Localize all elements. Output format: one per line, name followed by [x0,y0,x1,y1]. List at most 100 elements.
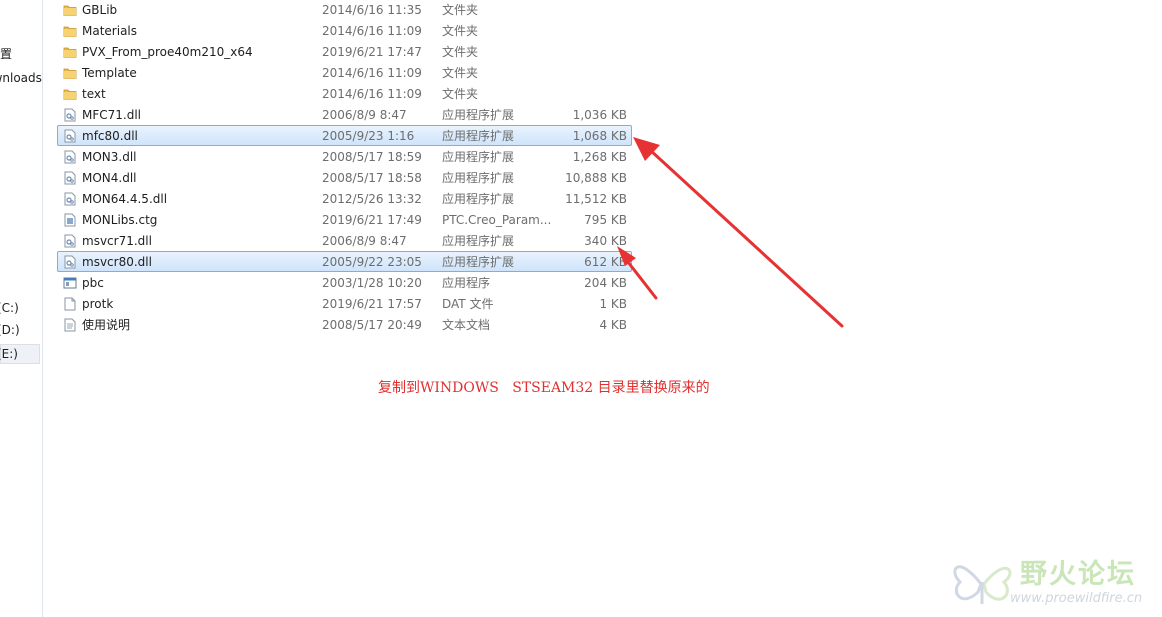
file-date: 2006/8/9 8:47 [322,108,407,122]
file-date: 2019/6/21 17:49 [322,213,422,227]
file-row[interactable]: msvcr80.dll 2005/9/22 23:05 应用程序扩展 612 KB [57,251,632,272]
file-row[interactable]: mfc80.dll 2005/9/23 1:16 应用程序扩展 1,068 KB [57,125,632,146]
annotation-text: 复制到WINDOWS STSEAM32 目录里替换原来的 [378,380,710,396]
file-row[interactable]: MONLibs.ctg 2019/6/21 17:49 PTC.Creo_Param… [57,209,632,230]
folder-icon [63,45,77,59]
file-row[interactable]: text 2014/6/16 11:09 文件夹 [57,83,632,104]
file-size: 4 KB [599,318,627,332]
file-type: 应用程序扩展 [442,234,515,248]
file-date: 2006/8/9 8:47 [322,234,407,248]
file-size: 1,268 KB [572,150,627,164]
file-type: 应用程序扩展 [442,129,515,143]
file-row[interactable]: PVX_From_proe40m210_x64 2019/6/21 17:47 文件… [57,41,632,62]
file-date: 2014/6/16 11:09 [322,87,422,101]
file-list: GBLib 2014/6/16 11:35 文件夹 Materials 2014/6/1… [57,0,637,340]
file-row[interactable]: MON4.dll 2008/5/17 18:58 应用程序扩展 10,888 KB [57,167,632,188]
dll-file-icon [63,171,77,185]
butterfly-logo-icon [953,565,1012,604]
file-size: 204 KB [584,276,627,290]
file-row[interactable]: MFC71.dll 2006/8/9 8:47 应用程序扩展 1,036 KB [57,104,632,125]
file-row[interactable]: Materials 2014/6/16 11:09 文件夹 [57,20,632,41]
file-type: 文件夹 [442,87,479,101]
file-date: 2003/1/28 10:20 [322,276,422,290]
file-name: protk [82,297,114,311]
file-name: MON4.dll [82,171,137,185]
file-name: mfc80.dll [82,129,138,143]
file-name: Template [82,66,137,80]
sidebar-item-downloads[interactable]: Downloads [0,68,42,88]
file-name: text [82,87,106,101]
file-row[interactable]: protk 2019/6/21 17:57 DAT 文件 1 KB [57,293,632,314]
file-date: 2008/5/17 18:58 [322,171,422,185]
file-name: 使用说明 [82,318,131,332]
file-type: 文件夹 [442,45,479,59]
watermark-title: 野火论坛 [1020,559,1136,590]
file-name: MON3.dll [82,150,137,164]
file-date: 2012/5/26 13:32 [322,192,422,206]
file-date: 2005/9/22 23:05 [322,255,422,269]
file-name: MONLibs.ctg [82,213,158,227]
file-type: 应用程序扩展 [442,255,515,269]
text-file-icon [63,318,77,332]
folder-icon [63,3,77,17]
file-name: msvcr80.dll [82,255,152,269]
arrow-to-mfc80 [633,137,844,328]
file-date: 2019/6/21 17:47 [322,45,422,59]
file-size: 11,512 KB [565,192,627,206]
watermark-url: www.proewildfire.cn [1010,591,1143,606]
folder-icon [63,87,77,101]
dll-file-icon [63,255,77,269]
file-row[interactable]: 使用说明 2008/5/17 20:49 文本文档 4 KB [57,314,632,335]
file-size: 612 KB [584,255,627,269]
dll-file-icon [63,150,77,164]
file-type: 文本文档 [442,318,491,332]
file-name: GBLib [82,3,118,17]
file-size: 1 KB [599,297,627,311]
file-name: MON64.4.5.dll [82,192,168,206]
file-type: 文件夹 [442,66,479,80]
sidebar-item-location[interactable]: 位置 [0,44,42,64]
file-type: DAT 文件 [442,297,494,311]
file-type: 应用程序扩展 [442,150,515,164]
file-size: 1,068 KB [572,129,627,143]
file-type: PTC.Creo_Param... [442,213,552,227]
file-row[interactable]: MON3.dll 2008/5/17 18:59 应用程序扩展 1,268 KB [57,146,632,167]
file-type: 应用程序扩展 [442,171,515,185]
file-name: Materials [82,24,138,38]
file-row[interactable]: Template 2014/6/16 11:09 文件夹 [57,62,632,83]
dll-file-icon [63,129,77,143]
folder-icon [63,24,77,38]
sidebar-item-drive-c[interactable]: (C:) [0,298,42,318]
dll-file-icon [63,108,77,122]
sidebar-item-drive-d[interactable]: (D:) [0,320,42,340]
watermark: 野火论坛 www.proewildfire.cn [948,548,1162,617]
sidebar-item-drive-e[interactable]: (E:) [0,344,42,364]
exe-file-icon [63,276,77,290]
file-name: PVX_From_proe40m210_x64 [82,45,253,59]
file-date: 2008/5/17 18:59 [322,150,422,164]
file-name: MFC71.dll [82,108,142,122]
file-size: 1,036 KB [572,108,627,122]
file-row[interactable]: MON64.4.5.dll 2012/5/26 13:32 应用程序扩展 11,512… [57,188,632,209]
file-type: 应用程序扩展 [442,192,515,206]
dll-file-icon [63,234,77,248]
file-date: 2014/6/16 11:35 [322,3,422,17]
file-date: 2014/6/16 11:09 [322,66,422,80]
file-type: 应用程序扩展 [442,108,515,122]
file-row[interactable]: GBLib 2014/6/16 11:35 文件夹 [57,0,632,20]
file-row[interactable]: pbc 2003/1/28 10:20 应用程序 204 KB [57,272,632,293]
file-type: 应用程序 [442,276,491,290]
file-type: 文件夹 [442,24,479,38]
file-date: 2014/6/16 11:09 [322,24,422,38]
file-date: 2005/9/23 1:16 [322,129,415,143]
file-size: 340 KB [584,234,627,248]
file-row[interactable]: msvcr71.dll 2006/8/9 8:47 应用程序扩展 340 KB [57,230,632,251]
file-date: 2008/5/17 20:49 [322,318,422,332]
folder-icon [63,66,77,80]
file-type: 文件夹 [442,3,479,17]
blank-file-icon [63,297,77,311]
dll-file-icon [63,192,77,206]
navigation-pane: 位置 Downloads (C:) (D:) (E:) [0,0,43,617]
ctg-file-icon [63,213,77,227]
file-date: 2019/6/21 17:57 [322,297,422,311]
